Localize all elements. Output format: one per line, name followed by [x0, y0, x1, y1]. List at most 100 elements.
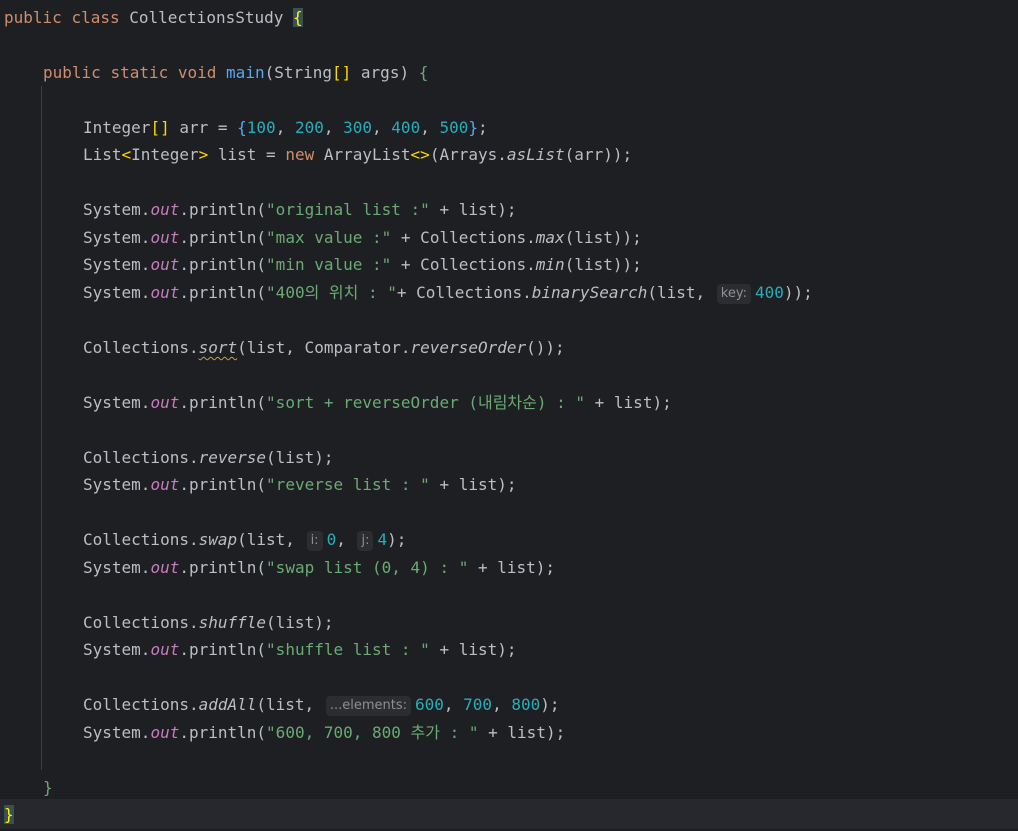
code-text: System.	[83, 255, 151, 274]
number-literal: 200	[294, 118, 324, 137]
method-name: main	[226, 63, 265, 82]
string-literal: "reverse list : "	[266, 475, 430, 494]
string-literal: "swap list (0, 4) : "	[266, 558, 469, 577]
string-literal: "min value :"	[266, 255, 392, 274]
code-line[interactable]: List<Integer> list = new ArrayList<>(Arr…	[4, 141, 632, 168]
code-text: arr =	[169, 118, 238, 137]
string-literal: "400의 위치 : "	[266, 283, 397, 302]
code-text: ArrayList	[314, 145, 411, 164]
code-line[interactable]: Collections.sort(list, Comparator.revers…	[4, 334, 565, 361]
code-line-main-decl[interactable]: public static void main(String[] args) {	[4, 59, 428, 86]
number-literal: 500	[439, 118, 469, 137]
code-text: );	[387, 530, 407, 549]
code-text: + Collections.	[391, 228, 536, 247]
number-literal: 800	[511, 695, 541, 714]
code-text: Integer	[131, 145, 199, 164]
static-field: out	[150, 558, 180, 577]
code-text: List	[83, 145, 122, 164]
code-text: Collections.	[83, 338, 199, 357]
code-text: System.	[83, 475, 151, 494]
static-field: out	[150, 228, 180, 247]
keyword: public	[4, 8, 62, 27]
code-text: .println(	[179, 558, 267, 577]
code-text: <>	[410, 145, 430, 164]
code-text: Collections.	[83, 448, 199, 467]
code-text: Collections.	[83, 613, 199, 632]
code-text: + list);	[429, 200, 517, 219]
code-line[interactable]: System.out.println("sort + reverseOrder …	[4, 389, 672, 416]
code-line-class-decl[interactable]: public class CollectionsStudy {	[4, 4, 303, 31]
code-text: .println(	[179, 228, 267, 247]
brace: {	[418, 63, 429, 82]
code-line[interactable]: System.out.println("600, 700, 800 추가 : "…	[4, 719, 565, 746]
keyword: void	[177, 63, 217, 82]
code-line[interactable]: System.out.println("shuffle list : " + l…	[4, 636, 517, 663]
parameter-hint: ...elements:	[325, 696, 411, 716]
code-text: + list);	[429, 475, 517, 494]
method-call: reverseOrder	[410, 338, 527, 357]
number-literal: 100	[246, 118, 276, 137]
string-literal: "shuffle list : "	[266, 640, 430, 659]
code-text: Collections.	[83, 695, 199, 714]
keyword: static	[110, 63, 169, 82]
indent-guide	[41, 86, 42, 770]
number-literal: 4	[377, 530, 388, 549]
code-line[interactable]: System.out.println("min value :" + Colle…	[4, 251, 642, 278]
static-field: out	[150, 393, 180, 412]
code-line[interactable]: System.out.println("max value :" + Colle…	[4, 224, 642, 251]
code-text: (arr));	[564, 145, 633, 164]
code-line[interactable]: Integer[] arr = {100, 200, 300, 400, 500…	[4, 114, 488, 141]
class-name: CollectionsStudy	[129, 8, 284, 27]
code-text: .println(	[179, 255, 267, 274]
code-text: .println(	[179, 640, 267, 659]
code-text: (list);	[266, 448, 334, 467]
code-line-method-close[interactable]: }	[4, 774, 53, 801]
code-editor[interactable]: public class CollectionsStudy { public s…	[0, 0, 1018, 831]
code-line[interactable]: System.out.println("original list :" + l…	[4, 196, 517, 223]
method-call: min	[535, 255, 565, 274]
method-call: binarySearch	[531, 283, 648, 302]
code-text: (list));	[564, 255, 642, 274]
code-text: + list);	[478, 723, 566, 742]
code-text: (list, Comparator.	[237, 338, 411, 357]
code-line[interactable]: System.out.println("reverse list : " + l…	[4, 471, 517, 498]
code-line[interactable]: Collections.addAll(list, ...elements: 600…	[4, 691, 560, 718]
brace: }	[468, 118, 479, 137]
code-line[interactable]: Collections.reverse(list);	[4, 444, 333, 471]
code-text: + list);	[429, 640, 517, 659]
code-text: .println(	[179, 200, 267, 219]
code-text: System.	[83, 228, 151, 247]
string-literal: "600, 700, 800 추가 : "	[266, 723, 479, 742]
number-literal: 400	[391, 118, 421, 137]
string-literal: "original list :"	[266, 200, 430, 219]
brace: }	[4, 805, 14, 824]
keyword: new	[285, 145, 315, 164]
number-literal: 700	[463, 695, 493, 714]
method-call-warning: sort	[198, 338, 238, 357]
code-line[interactable]: System.out.println("swap list (0, 4) : "…	[4, 554, 555, 581]
code-line[interactable]: System.out.println("400의 위치 : "+ Collect…	[4, 279, 813, 306]
number-literal: 300	[343, 118, 373, 137]
code-text: + list);	[468, 558, 556, 577]
code-text: ));	[783, 283, 813, 302]
parameter-hint: key:	[716, 284, 751, 304]
string-literal: "max value :"	[266, 228, 392, 247]
number-literal: 0	[326, 530, 337, 549]
brace: }	[43, 778, 53, 797]
string-literal: "sort + reverseOrder (내림차순) : "	[266, 393, 586, 412]
code-text: (list,	[256, 695, 324, 714]
code-text: System.	[83, 200, 151, 219]
brace: {	[237, 118, 247, 137]
code-line[interactable]: Collections.swap(list, i: 0, j: 4);	[4, 526, 406, 553]
brace: {	[293, 8, 303, 27]
code-line[interactable]: Collections.shuffle(list);	[4, 609, 333, 636]
code-text: (Arrays.	[429, 145, 507, 164]
number-literal: 400	[755, 283, 784, 302]
code-line-class-close[interactable]: }	[4, 801, 14, 828]
static-field: out	[150, 283, 180, 302]
code-text: );	[540, 695, 560, 714]
code-text: (list,	[237, 530, 305, 549]
static-field: out	[150, 255, 180, 274]
code-text: .println(	[179, 283, 267, 302]
method-call: reverse	[198, 448, 267, 467]
